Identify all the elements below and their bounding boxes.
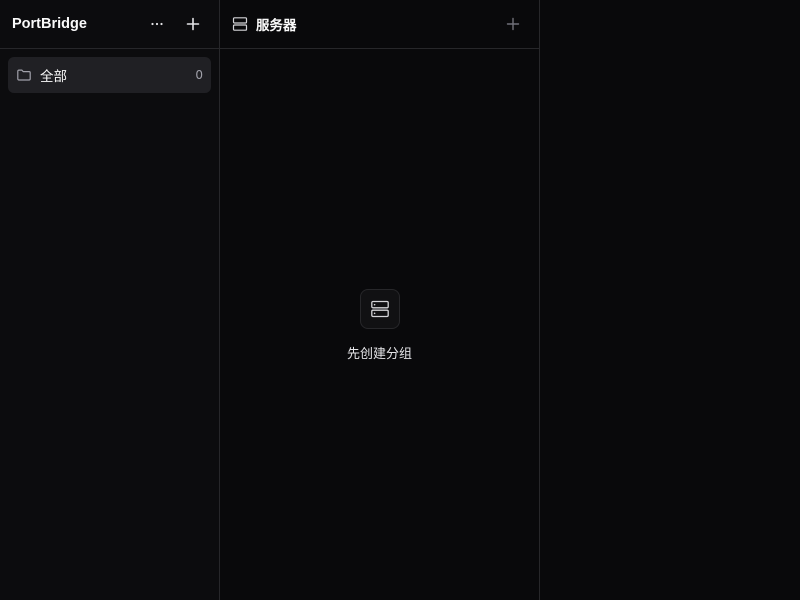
servers-header: 服务器: [220, 0, 539, 49]
ellipsis-icon: [151, 22, 163, 26]
empty-state: 先创建分组: [220, 289, 539, 362]
group-item-count: 0: [195, 68, 203, 82]
add-group-button[interactable]: [179, 10, 207, 38]
add-server-button[interactable]: [499, 10, 527, 38]
server-icon: [370, 300, 389, 318]
server-icon: [232, 16, 248, 32]
plus-icon: [186, 17, 200, 31]
app-window: PortBridge 全部 0 服务器 先创建分组: [0, 0, 800, 600]
empty-state-icon-box: [359, 289, 400, 329]
group-item-label: 全部: [40, 69, 67, 85]
folder-icon: [16, 67, 32, 83]
group-item-all[interactable]: 全部 0: [8, 57, 211, 93]
sidebar-header: PortBridge: [0, 0, 219, 49]
servers-body: 先创建分组: [220, 49, 539, 600]
servers-panel: 服务器 先创建分组: [220, 0, 540, 600]
group-list: 全部 0: [0, 49, 219, 101]
empty-state-message: 先创建分组: [346, 347, 412, 362]
plus-icon: [506, 17, 520, 31]
servers-title: 服务器: [256, 18, 297, 34]
sidebar: PortBridge 全部 0: [0, 0, 220, 600]
app-title: PortBridge: [12, 16, 87, 32]
detail-panel: [540, 0, 800, 600]
more-options-button[interactable]: [143, 10, 171, 38]
